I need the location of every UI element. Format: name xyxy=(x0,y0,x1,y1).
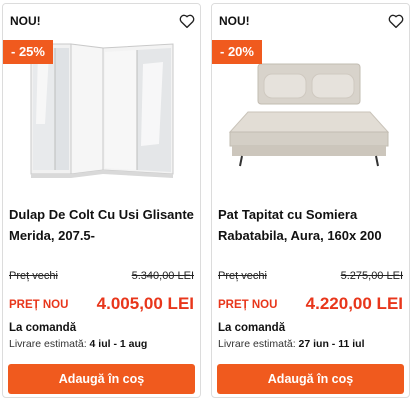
product-image-area[interactable]: NOU! - 25% xyxy=(3,4,201,194)
delivery-dates: 27 iun - 11 iul xyxy=(298,338,365,350)
heart-outline-icon[interactable] xyxy=(178,12,196,30)
new-price-label: PREȚ NOU xyxy=(9,299,69,311)
wardrobe-image[interactable] xyxy=(3,4,201,194)
delivery-label: Livrare estimată: xyxy=(218,338,296,350)
new-badge: NOU! xyxy=(10,14,41,28)
delivery-dates: 4 iul - 1 aug xyxy=(89,338,148,350)
delivery-estimate: Livrare estimată: 4 iul - 1 aug xyxy=(9,338,147,350)
heart-outline-icon[interactable] xyxy=(387,12,405,30)
add-to-cart-button[interactable]: Adaugă în coș xyxy=(217,364,404,394)
old-price-row: Preț vechi 5.340,00 LEI xyxy=(9,270,194,286)
new-badge: NOU! xyxy=(219,14,250,28)
new-price: 4.005,00 LEI xyxy=(96,294,194,313)
new-price: 4.220,00 LEI xyxy=(305,294,403,313)
stock-status: La comandă xyxy=(9,322,77,334)
product-card[interactable]: NOU! - 20% Pat Tapitat cu Somiera Rabata… xyxy=(211,3,410,398)
old-price-label: Preț vechi xyxy=(9,270,58,282)
product-image-area[interactable]: NOU! - 20% xyxy=(212,4,410,194)
old-price-label: Preț vechi xyxy=(218,270,267,282)
old-price: 5.340,00 LEI xyxy=(131,270,194,282)
delivery-estimate: Livrare estimată: 27 iun - 11 iul xyxy=(218,338,365,350)
product-card[interactable]: NOU! - 25% Dulap De Colt Cu Usi Glisante… xyxy=(2,3,201,398)
discount-badge: - 20% xyxy=(212,40,262,64)
old-price: 5.275,00 LEI xyxy=(340,270,403,282)
old-price-row: Preț vechi 5.275,00 LEI xyxy=(218,270,403,286)
bed-image[interactable] xyxy=(212,4,410,194)
delivery-label: Livrare estimată: xyxy=(9,338,87,350)
product-title[interactable]: Dulap De Colt Cu Usi Glisante Merida, 20… xyxy=(9,204,197,246)
new-price-row: PREȚ NOU 4.005,00 LEI xyxy=(9,294,194,316)
new-price-label: PREȚ NOU xyxy=(218,299,278,311)
add-to-cart-button[interactable]: Adaugă în coș xyxy=(8,364,195,394)
stock-status: La comandă xyxy=(218,322,286,334)
new-price-row: PREȚ NOU 4.220,00 LEI xyxy=(218,294,403,316)
discount-badge: - 25% xyxy=(3,40,53,64)
product-title[interactable]: Pat Tapitat cu Somiera Rabatabila, Aura,… xyxy=(218,204,406,246)
